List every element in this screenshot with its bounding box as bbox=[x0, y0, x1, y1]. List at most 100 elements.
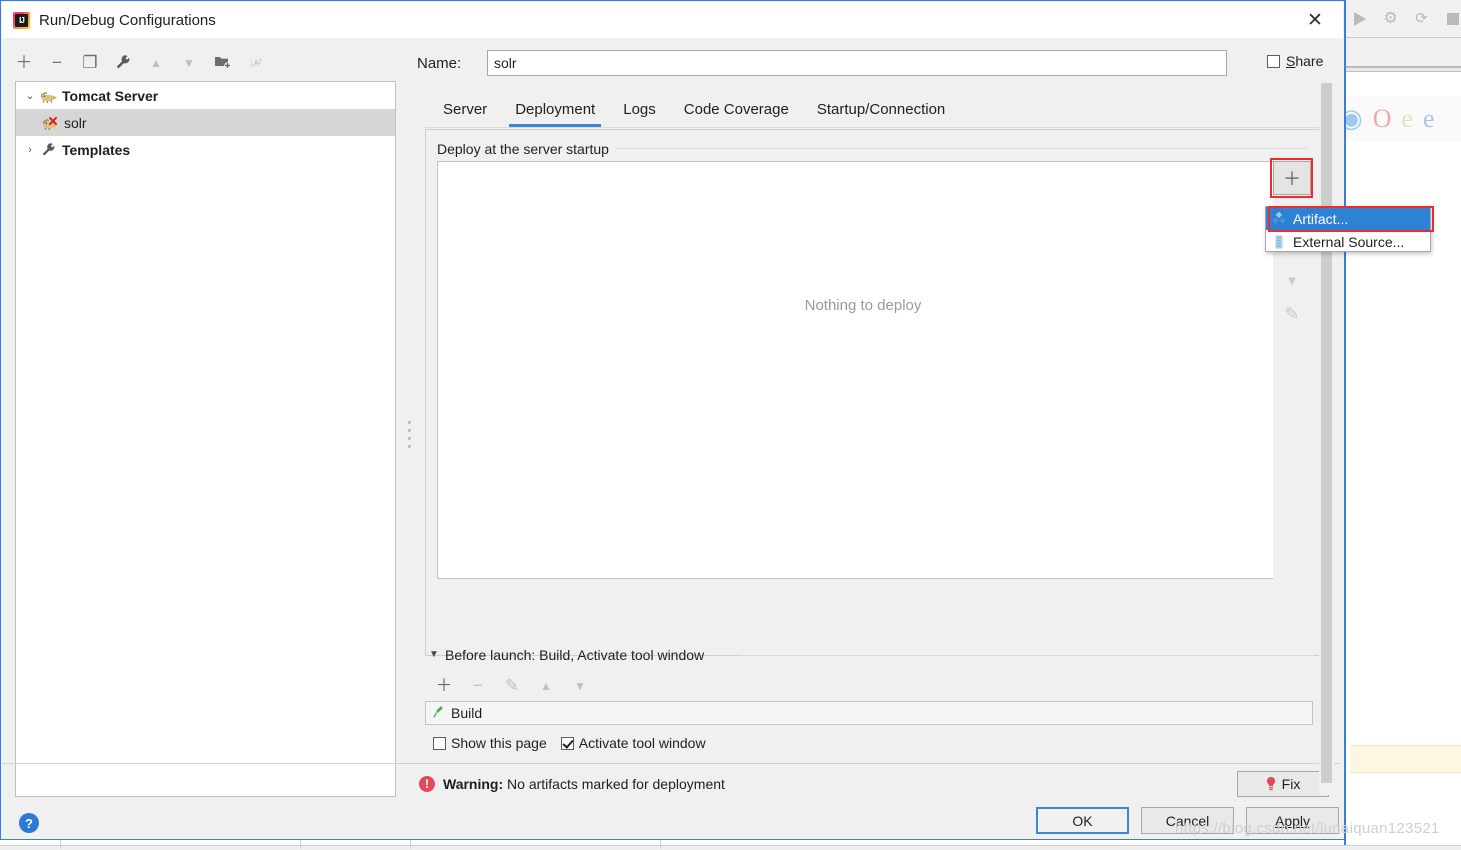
scrollbar-thumb[interactable] bbox=[1321, 83, 1332, 783]
wrench-icon bbox=[40, 142, 58, 158]
edge-icon[interactable]: e bbox=[1423, 106, 1435, 132]
ide-run-toolbar: ⚙ ⟳ bbox=[1345, 0, 1461, 38]
edit-templates-button[interactable] bbox=[114, 54, 132, 72]
deploy-add-button[interactable]: ＋ bbox=[1273, 161, 1311, 195]
dialog-title: Run/Debug Configurations bbox=[39, 12, 216, 29]
splitter-handle[interactable] bbox=[405, 81, 414, 797]
tab-server[interactable]: Server bbox=[429, 101, 501, 127]
stop-icon[interactable] bbox=[1444, 10, 1461, 28]
deploy-edit-button[interactable]: ✎ bbox=[1273, 297, 1311, 331]
ide-bottom-tab-ticks bbox=[0, 840, 1340, 849]
tab-deployment[interactable]: Deployment bbox=[501, 101, 609, 127]
tabs-divider bbox=[425, 127, 1325, 128]
chevron-down-icon[interactable]: ⌄ bbox=[20, 89, 40, 102]
name-input[interactable] bbox=[487, 50, 1227, 76]
tree-node-templates[interactable]: › Templates bbox=[16, 136, 395, 163]
warning-separator bbox=[2, 763, 1340, 764]
before-launch-collapse-icon[interactable]: ▼ bbox=[429, 649, 439, 660]
dialog-titlebar: Run/Debug Configurations ✕ bbox=[2, 2, 1343, 38]
menu-item-artifact[interactable]: Artifact... bbox=[1266, 207, 1430, 230]
help-button[interactable]: ? bbox=[19, 813, 39, 833]
move-up-button[interactable]: ▲ bbox=[147, 54, 165, 72]
opera-icon[interactable]: O bbox=[1373, 106, 1392, 132]
internet-explorer-icon[interactable]: e bbox=[1401, 106, 1413, 132]
ide-secondary-bar bbox=[1345, 38, 1461, 67]
deploy-group-legend: Deploy at the server startup bbox=[437, 141, 615, 157]
tomcat-error-icon bbox=[42, 115, 60, 131]
sort-configurations-button[interactable]: ↓ᴀᶻ bbox=[246, 54, 264, 72]
before-launch-label: Before launch: Build, Activate tool wind… bbox=[445, 647, 704, 663]
move-down-button[interactable]: ▼ bbox=[180, 54, 198, 72]
rerun-coverage-icon[interactable]: ⟳ bbox=[1413, 10, 1430, 28]
tree-node-solr[interactable]: solr bbox=[16, 109, 395, 136]
chevron-right-icon[interactable]: › bbox=[20, 144, 40, 156]
activate-tool-window-checkbox[interactable]: Activate tool window bbox=[561, 735, 706, 751]
browser-popup-bar: ◉ O e e bbox=[1338, 96, 1461, 142]
activate-tool-window-box[interactable] bbox=[561, 737, 574, 750]
before-launch-add-button[interactable]: ＋ bbox=[435, 677, 453, 695]
copy-configuration-button[interactable]: ❐ bbox=[81, 54, 99, 72]
tree-node-label: Templates bbox=[62, 142, 130, 158]
tree-node-label: solr bbox=[64, 115, 87, 131]
lightbulb-icon bbox=[1266, 777, 1276, 791]
tomcat-icon bbox=[40, 88, 58, 104]
configurations-tree[interactable]: ⌄ Tomcat Server bbox=[15, 81, 396, 797]
tree-node-label: Tomcat Server bbox=[62, 88, 158, 104]
watermark-text: https://blog.csdn.net/lunaiquan123521 bbox=[1175, 820, 1440, 837]
run-debug-configurations-dialog: Run/Debug Configurations ✕ ＋ − ❐ ▲ ▼ ↓ᴀᶻ… bbox=[0, 0, 1345, 840]
add-configuration-button[interactable]: ＋ bbox=[15, 54, 33, 72]
deploy-artifacts-table[interactable]: Nothing to deploy bbox=[437, 161, 1289, 579]
fix-button[interactable]: Fix bbox=[1237, 771, 1329, 797]
share-checkbox-box[interactable] bbox=[1267, 55, 1280, 68]
ok-button[interactable]: OK bbox=[1036, 807, 1129, 834]
show-this-page-checkbox[interactable]: Show this page bbox=[433, 735, 547, 751]
before-launch-remove-button[interactable]: − bbox=[469, 677, 487, 695]
configurations-toolbar: ＋ − ❐ ▲ ▼ ↓ᴀᶻ bbox=[15, 47, 285, 79]
warning-row: ! Warning: No artifacts marked for deplo… bbox=[419, 771, 1337, 797]
share-checkbox[interactable]: Share bbox=[1267, 53, 1323, 69]
before-launch-toolbar: ＋ − ✎ ▲ ▼ bbox=[435, 673, 635, 699]
tab-code-coverage[interactable]: Code Coverage bbox=[670, 101, 803, 127]
share-label: Share bbox=[1286, 53, 1323, 69]
show-this-page-label: Show this page bbox=[451, 735, 547, 751]
ide-notification-strip bbox=[1350, 745, 1461, 773]
tab-startup-connection[interactable]: Startup/Connection bbox=[803, 101, 959, 127]
run-icon[interactable] bbox=[1351, 10, 1368, 28]
before-launch-task-list[interactable]: Build bbox=[425, 701, 1313, 725]
ide-separator bbox=[1345, 67, 1461, 72]
remove-configuration-button[interactable]: − bbox=[48, 54, 66, 72]
add-deployment-popup-menu[interactable]: Artifact... External Source... bbox=[1265, 206, 1431, 252]
dialog-scrollbar[interactable] bbox=[1319, 83, 1334, 795]
before-launch-move-down-button[interactable]: ▼ bbox=[571, 677, 589, 695]
artifact-icon bbox=[1272, 212, 1286, 226]
name-label: Name: bbox=[417, 55, 487, 72]
before-launch-rule bbox=[741, 655, 1313, 656]
warning-text: Warning: No artifacts marked for deploym… bbox=[443, 776, 725, 792]
name-row: Name: bbox=[417, 49, 1317, 77]
menu-item-external-source[interactable]: External Source... bbox=[1266, 230, 1430, 253]
empty-state-text: Nothing to deploy bbox=[805, 297, 922, 314]
deploy-legend-rule bbox=[617, 148, 1307, 149]
intellij-idea-icon bbox=[13, 12, 30, 29]
menu-item-label: Artifact... bbox=[1293, 211, 1348, 227]
warning-prefix: Warning: bbox=[443, 776, 503, 792]
before-launch-move-up-button[interactable]: ▲ bbox=[537, 677, 555, 695]
warning-message: No artifacts marked for deployment bbox=[507, 776, 725, 792]
external-source-icon bbox=[1272, 235, 1286, 249]
fix-button-label: Fix bbox=[1282, 776, 1301, 792]
tab-logs[interactable]: Logs bbox=[609, 101, 670, 127]
before-launch-task-label: Build bbox=[451, 705, 482, 721]
activate-tool-window-label: Activate tool window bbox=[579, 735, 706, 751]
before-launch-checkboxes: Show this page Activate tool window bbox=[433, 735, 706, 751]
configuration-tabs: Server Deployment Logs Code Coverage Sta… bbox=[429, 91, 959, 127]
close-icon[interactable]: ✕ bbox=[1293, 4, 1337, 36]
before-launch-edit-button[interactable]: ✎ bbox=[503, 677, 521, 695]
debug-icon[interactable]: ⚙ bbox=[1382, 10, 1399, 28]
build-hammer-icon bbox=[432, 705, 445, 722]
deploy-move-down-button[interactable]: ▼ bbox=[1273, 263, 1311, 297]
menu-item-label: External Source... bbox=[1293, 234, 1404, 250]
show-this-page-box[interactable] bbox=[433, 737, 446, 750]
warning-icon: ! bbox=[419, 776, 435, 792]
create-folder-button[interactable] bbox=[213, 54, 231, 72]
tree-node-tomcat-server[interactable]: ⌄ Tomcat Server bbox=[16, 82, 395, 109]
